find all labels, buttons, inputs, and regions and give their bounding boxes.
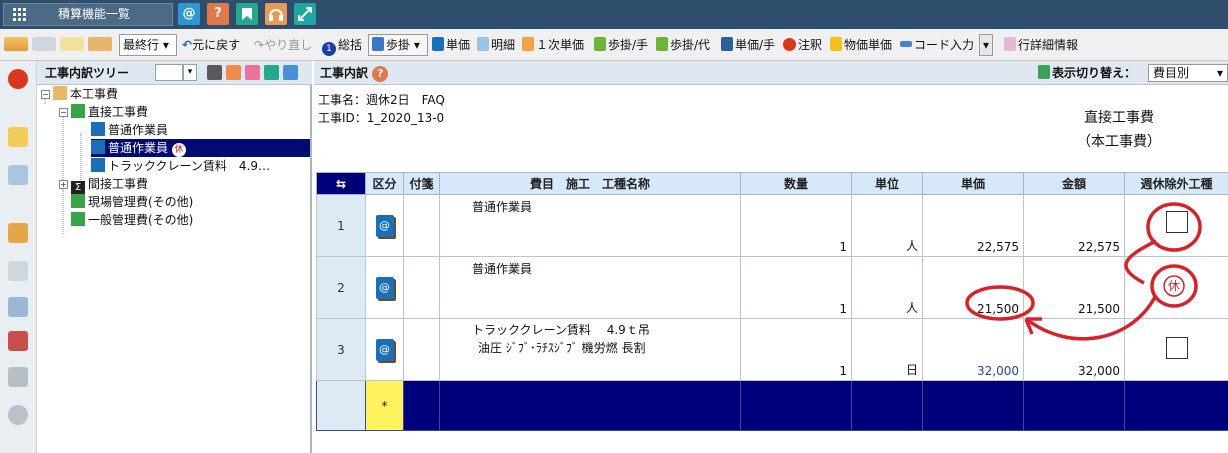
tree-node-worker-1[interactable]: 普通作業員 <box>91 121 168 139</box>
power-icon[interactable] <box>8 69 28 89</box>
row-detail-icon <box>1004 37 1016 51</box>
number-one-icon: 1 <box>322 42 336 56</box>
main-pane: 工事内訳 ? 表示切り替え： 費目別 ▾ 工事名：週休2日 FAQ 工事ID：1_… <box>314 61 1228 453</box>
row-detail-button[interactable]: 行詳細情報 <box>1004 35 1078 55</box>
pin-icon[interactable] <box>155 64 183 81</box>
list-icon <box>71 104 85 118</box>
tree-node-worker-2[interactable]: 普通作業員 休 <box>91 139 310 157</box>
code-input-button[interactable]: コード入力 <box>900 35 974 55</box>
scope-select[interactable]: 最終行 ▾ <box>119 34 177 56</box>
expand-icon[interactable]: + <box>59 180 68 189</box>
tools-icon[interactable] <box>8 331 28 351</box>
refresh-icon[interactable] <box>264 65 279 80</box>
gear-icon[interactable] <box>8 405 28 425</box>
code-input-icon <box>900 41 912 47</box>
undo-button[interactable]: ↶元に戻す <box>182 35 240 55</box>
rate-alt-button[interactable]: 歩掛/代 <box>656 35 710 55</box>
delete-row-icon[interactable] <box>32 35 58 55</box>
top-bar: 積算機能一覧 @ ? <box>0 0 1228 29</box>
unit-price-manual-icon <box>721 37 733 51</box>
tree-title: 工事内訳ツリー <box>45 66 130 80</box>
redo-button[interactable]: ↷やり直し <box>254 35 312 55</box>
open-folder-icon[interactable] <box>245 65 260 80</box>
window-icon[interactable] <box>8 165 28 185</box>
tree-node-site-mgmt[interactable]: 現場管理費(その他) <box>71 193 193 211</box>
material-price-icon <box>830 37 842 51</box>
tree-layout-icon[interactable] <box>8 127 28 147</box>
toolbar: 最終行 ▾ ↶元に戻す ↷やり直し 1 総括 歩掛 ▾ 単価 明細 １次単価 歩掛… <box>0 29 1228 61</box>
grid-menu-icon <box>13 8 27 21</box>
tree-node-general-mgmt[interactable]: 一般管理費(その他) <box>71 211 193 229</box>
document-icon[interactable] <box>8 261 28 281</box>
book-icon <box>91 158 105 172</box>
help-icon[interactable]: ? <box>207 3 229 25</box>
book-icon <box>91 122 105 136</box>
tree-node-crane[interactable]: トラッククレーン賃料 4.9… <box>91 157 270 175</box>
rate-manual-icon <box>594 37 606 51</box>
building-icon <box>53 86 67 100</box>
note-button[interactable]: 注釈 <box>783 35 822 55</box>
bookmark-icon[interactable] <box>236 3 258 25</box>
tree-node-root[interactable]: − 本工事費 <box>41 85 118 103</box>
close-icon[interactable] <box>283 65 298 80</box>
list-icon <box>71 212 85 226</box>
tree-pane: 工事内訳ツリー ▾ − 本工事費 − 直接工事費 普通作業員 普通作業員 休 トラッ… <box>37 61 312 453</box>
tree-node-direct-cost[interactable]: − 直接工事費 <box>59 103 148 121</box>
holiday-badge: 休 <box>171 143 186 157</box>
book-icon <box>432 37 444 51</box>
undo-icon: ↶ <box>182 38 193 52</box>
redo-icon: ↷ <box>254 38 265 52</box>
chevron-down-icon[interactable]: ▾ <box>183 64 197 81</box>
tree-header: 工事内訳ツリー ▾ <box>37 61 312 85</box>
book-icon <box>91 140 105 154</box>
collapse-icon[interactable]: − <box>59 108 68 117</box>
unit-price-button[interactable]: 単価 <box>432 35 470 55</box>
list-icon <box>71 194 85 208</box>
rate-alt-icon <box>656 37 668 51</box>
summary-button[interactable]: 1 総括 <box>322 35 362 56</box>
material-price-button[interactable]: 物価単価 <box>830 35 892 55</box>
home-icon[interactable] <box>8 223 28 243</box>
left-rail <box>0 61 37 453</box>
red-annotation <box>965 202 1202 341</box>
at-icon[interactable]: @ <box>178 3 200 25</box>
collapse-icon[interactable]: − <box>41 90 50 99</box>
expand-icon[interactable] <box>294 3 316 25</box>
printer-icon[interactable] <box>8 367 28 387</box>
code-input-dropdown[interactable]: ▾ <box>979 34 993 56</box>
primary-icon <box>522 37 534 51</box>
headset-icon[interactable] <box>265 3 287 25</box>
folder-icon[interactable] <box>226 65 241 80</box>
settings-icon[interactable] <box>207 65 222 80</box>
rate-manual-button[interactable]: 歩掛/手 <box>594 35 648 55</box>
primary-unit-price-button[interactable]: １次単価 <box>522 35 584 55</box>
holiday-annotation-label: 休 <box>1167 279 1180 293</box>
note-icon <box>783 38 796 51</box>
menu-label: 積算機能一覧 <box>58 7 131 21</box>
unit-price-manual-button[interactable]: 単価/手 <box>721 35 775 55</box>
copy-row-icon[interactable] <box>60 35 86 55</box>
detail-icon <box>477 37 489 51</box>
rate-select[interactable]: 歩掛 ▾ <box>368 34 428 56</box>
insert-row-icon[interactable] <box>4 35 30 55</box>
folder-download-icon[interactable] <box>8 297 28 317</box>
tree-node-indirect-cost[interactable]: + Σ 間接工事費 <box>59 175 148 195</box>
paste-row-icon[interactable] <box>88 35 114 55</box>
function-menu-button[interactable]: 積算機能一覧 <box>3 3 173 26</box>
detail-button[interactable]: 明細 <box>477 35 515 55</box>
